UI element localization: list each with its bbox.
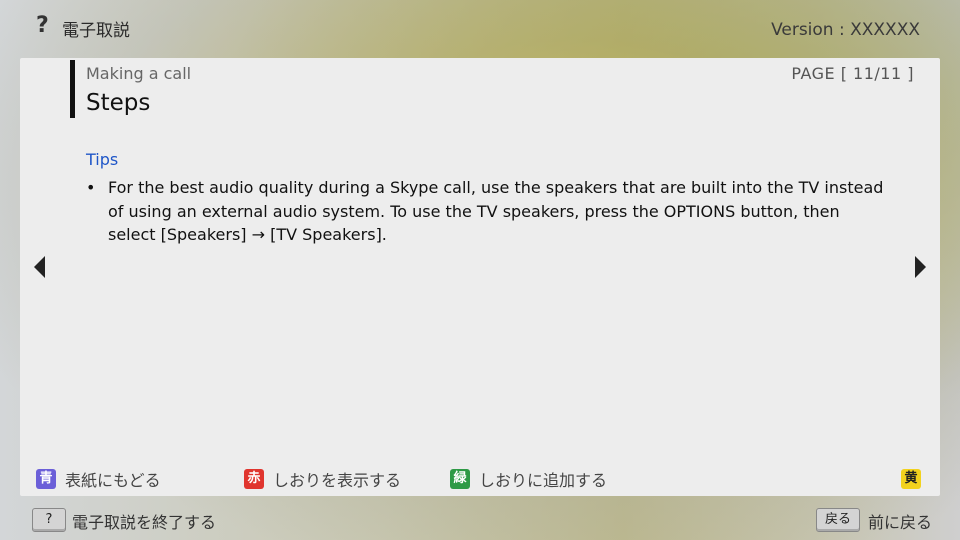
bottom-bar: ? 電子取説を終了する 戻る 前に戻る [0,498,960,540]
exit-manual-label: 電子取説を終了する [72,513,217,532]
yellow-key-button[interactable]: 黄 [901,468,930,490]
top-bar: ? 電子取説 Version : XXXXXX [0,0,960,58]
next-page-arrow-icon[interactable] [915,256,926,278]
bullet-icon: • [86,178,96,197]
green-key-add-bookmark-button[interactable]: 緑 しおりに追加する [450,468,607,490]
blue-key-label: 表紙にもどる [65,471,161,490]
color-key-bar: 青 表紙にもどる 赤 しおりを表示する 緑 しおりに追加する 黄 [20,466,940,492]
help-key-icon[interactable]: ? [32,508,66,532]
back-label: 前に戻る [868,513,933,532]
help-question-icon: ? [36,13,49,38]
green-key-label: しおりに追加する [479,471,608,490]
app-title: 電子取説 [62,21,130,41]
tip-text: For the best audio quality during a Skyp… [108,178,884,244]
blue-key-icon: 青 [36,469,56,489]
yellow-key-icon: 黄 [901,469,921,489]
previous-page-arrow-icon[interactable] [34,256,45,278]
page-title: Steps [86,90,151,116]
green-key-icon: 緑 [450,469,470,489]
blue-key-cover-button[interactable]: 青 表紙にもどる [36,468,161,490]
page-indicator: PAGE [ 11/11 ] [791,64,914,83]
red-key-show-bookmarks-button[interactable]: 赤 しおりを表示する [244,468,401,490]
version-text: Version : XXXXXX [771,20,920,40]
content-panel: Making a call Steps PAGE [ 11/11 ] Tips … [20,58,940,496]
section-title: Making a call [86,64,192,83]
title-accent-bar [70,60,75,118]
tips-heading: Tips [86,150,119,169]
red-key-icon: 赤 [244,469,264,489]
back-key-icon[interactable]: 戻る [816,508,860,532]
red-key-label: しおりを表示する [273,471,402,490]
